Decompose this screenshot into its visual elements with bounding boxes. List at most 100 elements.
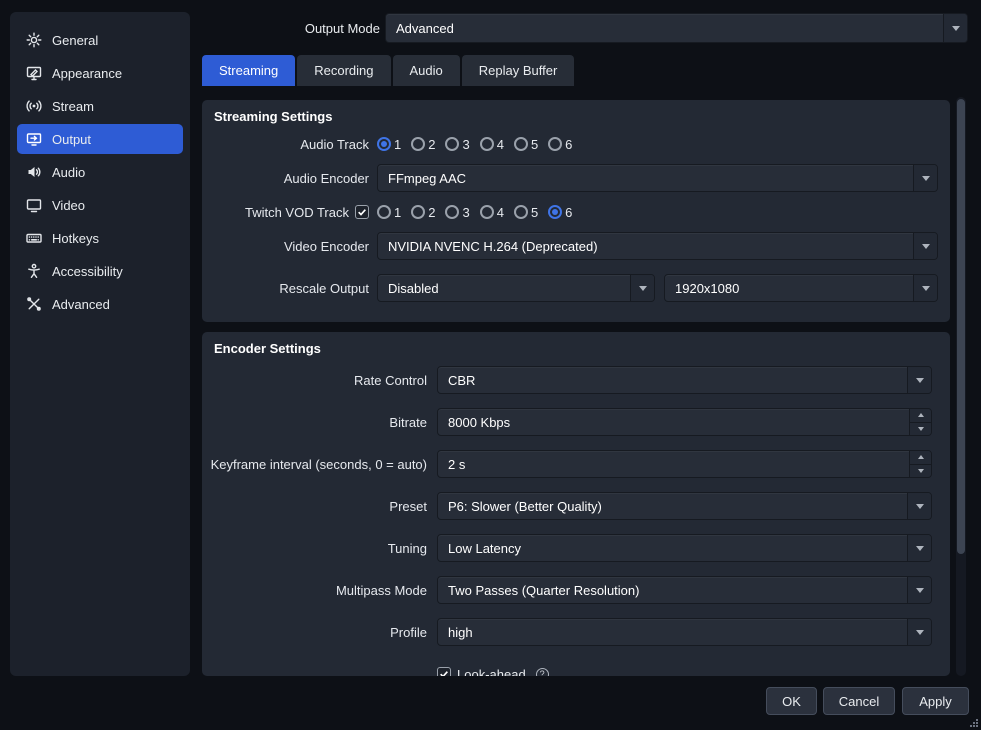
audio-track-radio-1[interactable]: [377, 137, 391, 151]
rate-control-label: Rate Control: [354, 372, 427, 388]
rescale-mode-select[interactable]: Disabled: [377, 274, 655, 302]
tab-audio[interactable]: Audio: [392, 55, 460, 86]
twitch-vod-radio-4[interactable]: [479, 205, 494, 219]
audio-track-label: Audio Track: [300, 136, 369, 152]
sidebar-item-accessibility[interactable]: Accessibility: [17, 256, 183, 286]
profile-row: Profile high: [202, 611, 950, 653]
chevron-down-icon[interactable]: [907, 619, 931, 645]
chevron-down-icon[interactable]: [943, 14, 967, 42]
chevron-down-icon[interactable]: [907, 535, 931, 561]
keyboard-icon: [26, 230, 42, 246]
twitch-vod-row: Twitch VOD Track 1 2 3 4 5 6: [202, 195, 950, 229]
look-ahead-checkbox[interactable]: [437, 667, 451, 676]
sidebar-item-label: Appearance: [52, 65, 123, 81]
spin-up-icon[interactable]: [910, 451, 931, 465]
sidebar-item-general[interactable]: General: [17, 25, 183, 55]
twitch-vod-radio-2[interactable]: [411, 205, 426, 219]
keyframe-interval-stepper[interactable]: 2 s: [437, 450, 932, 478]
chevron-down-icon[interactable]: [913, 165, 937, 191]
rate-control-row: Rate Control CBR: [202, 359, 950, 401]
bitrate-label: Bitrate: [389, 414, 427, 430]
twitch-vod-radio-group: 1 2 3 4 5 6: [377, 205, 582, 220]
tab-replay-buffer[interactable]: Replay Buffer: [461, 55, 575, 86]
scrollbar-thumb[interactable]: [957, 99, 965, 554]
profile-label: Profile: [390, 624, 427, 640]
multipass-mode-select[interactable]: Two Passes (Quarter Resolution): [437, 576, 932, 604]
chevron-down-icon[interactable]: [630, 275, 654, 301]
look-ahead-row: Look-ahead ?: [202, 653, 950, 676]
sidebar-item-audio[interactable]: Audio: [17, 157, 183, 187]
twitch-vod-checkbox[interactable]: [355, 205, 369, 219]
preset-label: Preset: [389, 498, 427, 514]
spin-up-icon[interactable]: [910, 409, 931, 423]
twitch-vod-radio-6[interactable]: [548, 205, 563, 219]
radio-label: 6: [565, 136, 573, 152]
chevron-down-icon[interactable]: [907, 577, 931, 603]
video-encoder-label: Video Encoder: [283, 238, 369, 254]
audio-track-radio-5[interactable]: [513, 137, 528, 151]
audio-track-radio-6[interactable]: [548, 137, 563, 151]
tuning-select[interactable]: Low Latency: [437, 534, 932, 562]
bitrate-stepper[interactable]: 8000 Kbps: [437, 408, 932, 436]
keyframe-interval-label: Keyframe interval (seconds, 0 = auto): [210, 456, 427, 472]
audio-encoder-row: Audio Encoder FFmpeg AAC: [202, 161, 950, 195]
chevron-down-icon[interactable]: [907, 367, 931, 393]
sidebar-item-label: General: [52, 32, 99, 48]
radio-label: 2: [428, 136, 436, 152]
antenna-icon: [26, 98, 42, 114]
profile-select[interactable]: high: [437, 618, 932, 646]
tuning-value: Low Latency: [448, 540, 521, 556]
settings-sidebar: General Appearance Stream Output Audio V…: [10, 12, 190, 676]
multipass-mode-value: Two Passes (Quarter Resolution): [448, 582, 640, 598]
radio-label: 1: [394, 204, 402, 220]
twitch-vod-label: Twitch VOD Track: [244, 204, 349, 220]
help-icon[interactable]: ?: [535, 667, 549, 676]
sidebar-item-hotkeys[interactable]: Hotkeys: [17, 223, 183, 253]
chevron-down-icon[interactable]: [907, 493, 931, 519]
spin-down-icon[interactable]: [910, 464, 931, 477]
chevron-down-icon[interactable]: [913, 233, 937, 259]
radio-label: 1: [394, 136, 402, 152]
encoder-settings-title: Encoder Settings: [214, 341, 321, 356]
speaker-icon: [26, 164, 42, 180]
resize-grip-icon[interactable]: [969, 718, 978, 727]
preset-select[interactable]: P6: Slower (Better Quality): [437, 492, 932, 520]
apply-button[interactable]: Apply: [902, 687, 969, 715]
sidebar-item-label: Accessibility: [52, 263, 123, 279]
preset-row: Preset P6: Slower (Better Quality): [202, 485, 950, 527]
audio-track-radio-3[interactable]: [445, 137, 460, 151]
sidebar-item-output[interactable]: Output: [17, 124, 183, 154]
sidebar-item-advanced[interactable]: Advanced: [17, 289, 183, 319]
profile-value: high: [448, 624, 473, 640]
ok-button[interactable]: OK: [766, 687, 817, 715]
twitch-vod-radio-1[interactable]: [377, 205, 391, 219]
tools-icon: [26, 296, 42, 312]
radio-label: 2: [428, 204, 436, 220]
sidebar-item-label: Hotkeys: [52, 230, 99, 246]
gear-icon: [26, 32, 42, 48]
multipass-mode-label: Multipass Mode: [335, 582, 427, 598]
rescale-resolution-select[interactable]: 1920x1080: [664, 274, 938, 302]
cancel-button[interactable]: Cancel: [823, 687, 895, 715]
output-mode-select[interactable]: Advanced: [385, 13, 968, 43]
audio-encoder-select[interactable]: FFmpeg AAC: [377, 164, 938, 192]
rate-control-select[interactable]: CBR: [437, 366, 932, 394]
tab-recording[interactable]: Recording: [297, 55, 391, 86]
sidebar-item-label: Audio: [52, 164, 86, 180]
tab-streaming[interactable]: Streaming: [202, 55, 296, 86]
audio-track-radio-4[interactable]: [479, 137, 494, 151]
sidebar-item-appearance[interactable]: Appearance: [17, 58, 183, 88]
audio-track-radio-2[interactable]: [411, 137, 426, 151]
twitch-vod-radio-5[interactable]: [513, 205, 528, 219]
twitch-vod-radio-3[interactable]: [445, 205, 460, 219]
chevron-down-icon[interactable]: [913, 275, 937, 301]
scrollbar-track[interactable]: [956, 97, 966, 676]
spin-down-icon[interactable]: [910, 422, 931, 435]
sidebar-item-video[interactable]: Video: [17, 190, 183, 220]
encoder-settings-panel: Encoder Settings Rate Control CBR Bitrat…: [202, 332, 950, 676]
multipass-mode-row: Multipass Mode Two Passes (Quarter Resol…: [202, 569, 950, 611]
settings-window: General Appearance Stream Output Audio V…: [0, 0, 981, 730]
sidebar-item-stream[interactable]: Stream: [17, 91, 183, 121]
output-mode-value: Advanced: [396, 20, 454, 36]
video-encoder-select[interactable]: NVIDIA NVENC H.264 (Deprecated): [377, 232, 938, 260]
